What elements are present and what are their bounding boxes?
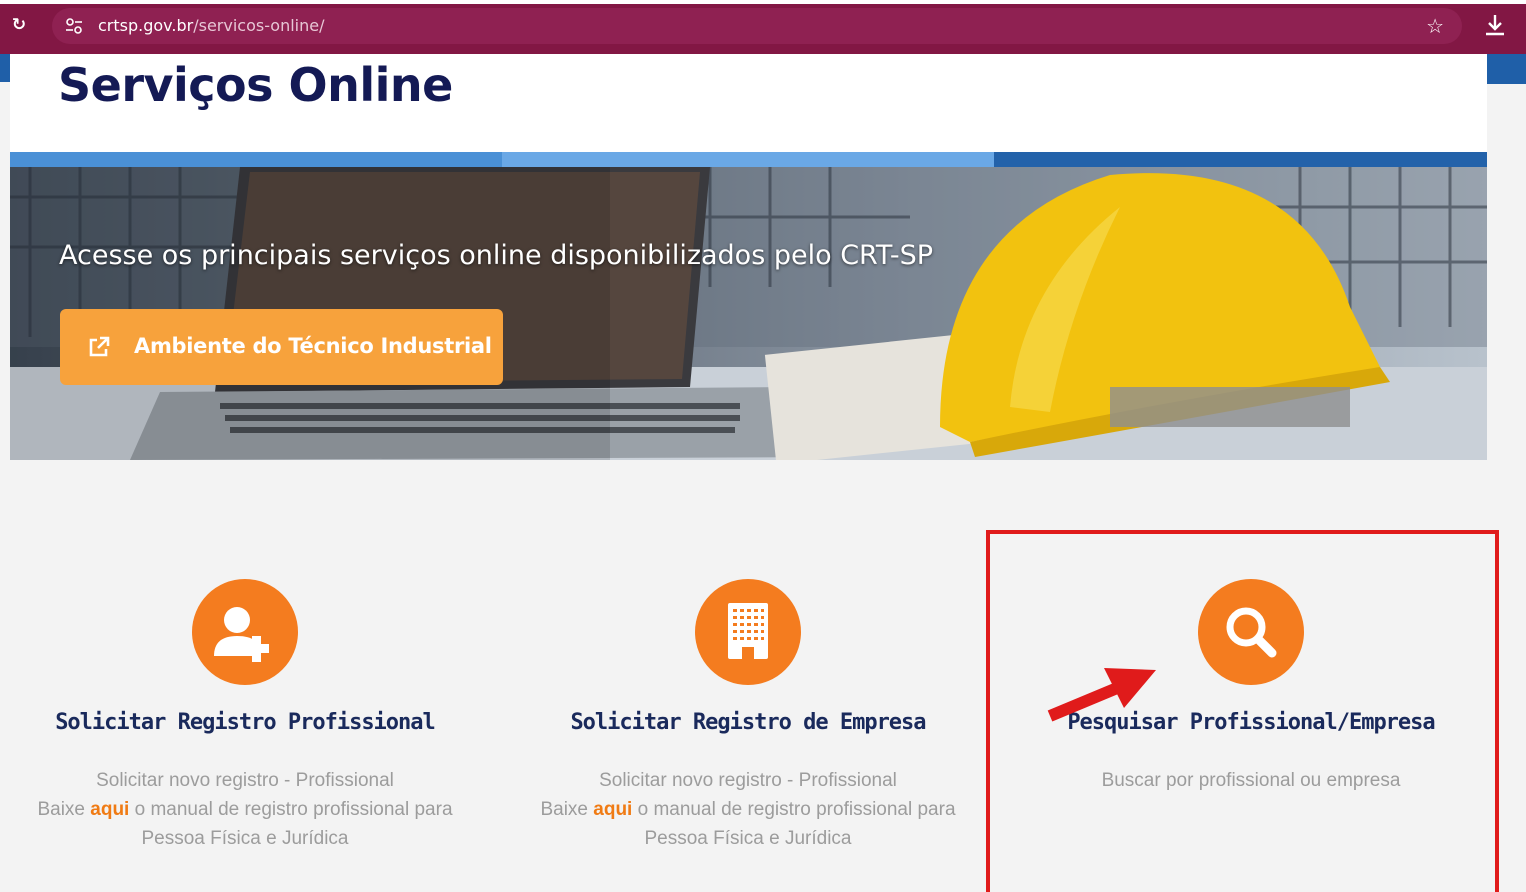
reload-icon[interactable]: ↻ (8, 14, 30, 36)
card-description: Solicitar novo registro - Profissional B… (508, 766, 988, 853)
page-header: Serviços Online (10, 54, 1487, 152)
header-stripe (10, 152, 502, 167)
technical-environment-button[interactable]: Ambiente do Técnico Industrial (60, 309, 503, 385)
manual-download-link[interactable]: aqui (90, 799, 129, 820)
card-desc-pre: Baixe (37, 799, 91, 820)
card-desc-post: o manual de registro profissional para (632, 799, 956, 820)
url-text: crtsp.gov.br/servicos-online/ (98, 16, 324, 35)
page-title: Serviços Online (58, 58, 453, 112)
header-accent-left (0, 54, 10, 82)
card-desc-line: Pessoa Física e Jurídica (644, 828, 852, 849)
address-bar[interactable]: crtsp.gov.br/servicos-online/ ☆ (52, 8, 1462, 44)
hero-tagline: Acesse os principais serviços online dis… (59, 240, 934, 271)
star-icon[interactable]: ☆ (1426, 14, 1444, 38)
browser-toolbar: ↻ crtsp.gov.br/servicos-online/ ☆ (0, 0, 1526, 54)
card-desc-line: Baixe aqui o manual de registro profissi… (508, 795, 988, 824)
arrow-pointer-icon (1047, 668, 1156, 722)
manual-download-link[interactable]: aqui (593, 799, 632, 820)
card-desc-post: o manual de registro profissional para (129, 799, 453, 820)
card-desc-line: Solicitar novo registro - Profissional (599, 770, 897, 791)
url-path: /servicos-online/ (193, 16, 325, 35)
technical-environment-label: Ambiente do Técnico Industrial (134, 334, 492, 358)
service-card-register-professional[interactable]: Solicitar Registro Profissional Solicita… (5, 560, 485, 880)
card-desc-pre: Baixe (540, 799, 594, 820)
card-desc-line: Pessoa Física e Jurídica (141, 828, 349, 849)
card-description: Solicitar novo registro - Profissional B… (5, 766, 485, 853)
header-stripe (502, 152, 994, 167)
site-settings-icon[interactable] (64, 17, 84, 35)
service-card-register-company[interactable]: Solicitar Registro de Empresa Solicitar … (508, 560, 988, 880)
card-desc-line: Solicitar novo registro - Profissional (96, 770, 394, 791)
download-icon[interactable] (1482, 12, 1508, 38)
building-icon[interactable] (695, 579, 801, 685)
card-title: Solicitar Registro de Empresa (570, 710, 926, 735)
card-title: Solicitar Registro Profissional (55, 710, 436, 735)
hero-banner: Acesse os principais serviços online dis… (10, 167, 1487, 460)
external-link-icon (89, 336, 110, 357)
card-desc-line: Baixe aqui o manual de registro profissi… (5, 795, 485, 824)
header-stripe (994, 152, 1487, 167)
header-accent-right (1487, 54, 1526, 84)
user-plus-icon[interactable] (192, 579, 298, 685)
url-host: crtsp.gov.br (98, 16, 194, 35)
